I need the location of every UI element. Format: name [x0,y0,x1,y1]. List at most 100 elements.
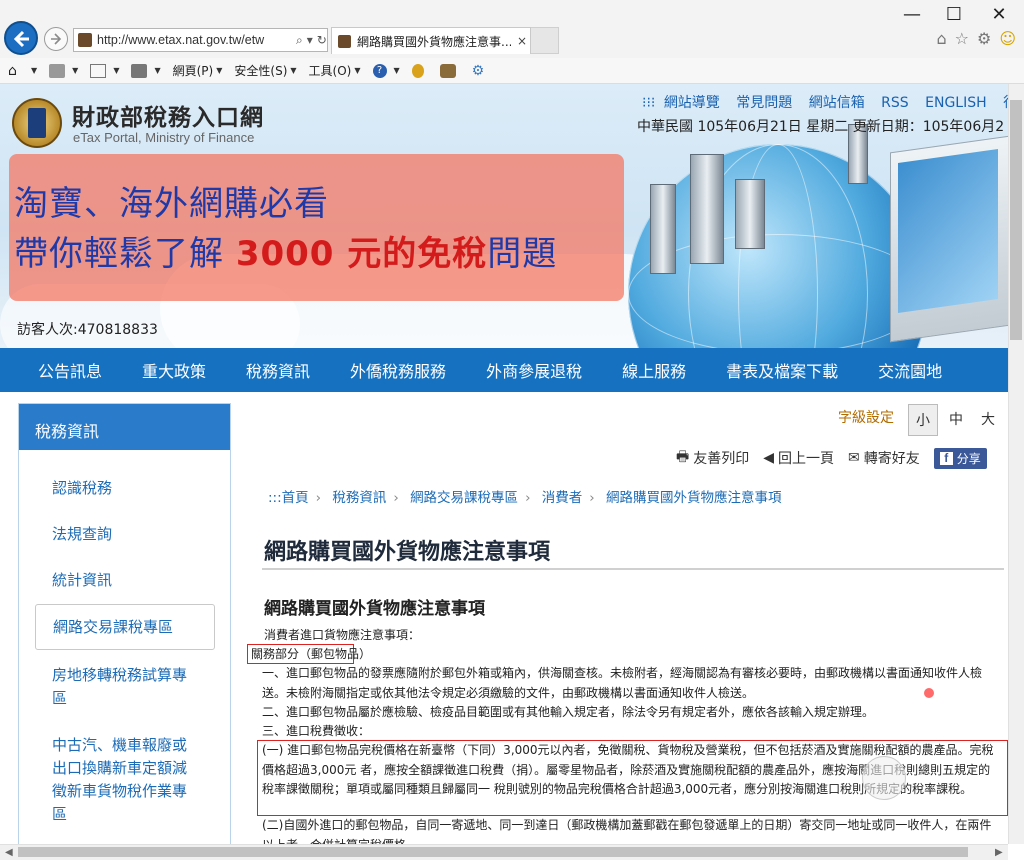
article-item-1: 一、進口郵包物品的發票應隨附於郵包外箱或箱內，供海關查核。未檢附者，經海關認為有… [262,666,983,700]
tab-close-button[interactable]: × [517,34,527,48]
top-links: ⁝⁝⁝ 網站導覽 常見問題 網站信箱 RSS ENGLISH 行動 [642,92,1008,112]
arrow-right-icon [51,33,62,45]
extension-button-3[interactable]: ⚙ [472,64,492,78]
font-size-small-button[interactable]: 小 [908,404,938,436]
site-favicon-icon [78,33,92,47]
arrow-left-icon [13,30,29,48]
extension-button-1[interactable] [411,63,428,78]
sidebar-item-online-trade-tax[interactable]: 網路交易課稅專區 [35,604,215,650]
breadcrumb-tax-info[interactable]: 稅務資訊 [332,490,386,506]
nav-community[interactable]: 交流園地 [858,358,962,382]
address-bar[interactable]: http://www.etax.nat.gov.tw/etw ⌕ ▾ ↻ [73,28,328,52]
print-button[interactable]: ▼ [131,63,161,78]
top-link-rss[interactable]: RSS [881,95,909,111]
rss-feed-icon [49,63,66,78]
breadcrumb-home[interactable]: :::首頁 [268,490,309,506]
new-tab-button[interactable] [531,27,559,54]
sidebar-item-tax-basics[interactable]: 認識稅務 [19,477,230,500]
forward-button[interactable] [44,27,68,51]
close-window-button[interactable]: ✕ [984,4,1014,25]
page-menu[interactable]: 網頁(P) ▼ [173,62,223,79]
forward-to-friend-link[interactable]: ✉ 轉寄好友 [848,448,920,468]
sidebar-item-statistics[interactable]: 統計資訊 [19,569,230,592]
menu-dots-icon: ⁝⁝⁝ [642,95,656,111]
nav-online-service[interactable]: 線上服務 [602,358,706,382]
site-header: 財政部稅務入口網 eTax Portal, Ministry of Financ… [0,84,1008,348]
horizontal-scroll-thumb[interactable] [18,847,968,857]
nav-major-policy[interactable]: 重大政策 [122,358,226,382]
visitor-counter: 訪客人次:470818833 [17,322,158,338]
arrow-left-icon: ◀ [763,450,774,466]
envelope-icon: ✉ [848,450,860,466]
top-link-english[interactable]: ENGLISH [925,95,987,111]
site-logo-title[interactable]: 財政部稅務入口網 [72,98,264,132]
sidebar-item-regulations[interactable]: 法規查詢 [19,523,230,546]
nav-announcements[interactable]: 公告訊息 [0,358,122,382]
scroll-left-arrow-icon[interactable]: ◀ [5,847,13,858]
main-nav: 公告訊息 重大政策 稅務資訊 外僑稅務服務 外商參展退稅 線上服務 書表及檔案下… [0,348,1008,392]
help-button[interactable]: ? ▼ [372,63,400,78]
page-menu-label: 網頁(P) [172,64,214,78]
vertical-scroll-thumb[interactable] [1010,100,1022,340]
minimize-button[interactable]: — [897,4,927,25]
laptop-screen-illustration [898,148,998,314]
breadcrumb-consumer[interactable]: 消費者 [542,490,583,506]
command-bar: ⌂ ▼ ▼ ▼ ▼ 網頁(P) ▼ 安全性(S) ▼ 工具(O) ▼ ? ▼ ⚙ [0,58,1024,84]
maximize-button[interactable]: ☐ [939,4,969,25]
address-url[interactable]: http://www.etax.nat.gov.tw/etw [97,33,293,47]
nav-exhibitor-refund[interactable]: 外商參展退稅 [466,358,602,382]
tools-menu-label: 工具(O) [308,64,352,78]
home-icon[interactable]: ⌂ [936,29,946,48]
dropdown-icon[interactable]: ▾ [307,33,313,48]
favorites-star-icon[interactable]: ☆ [955,29,969,48]
article-item-3-2: (二)自國外進口的郵包物品，自同一寄遞地、同一到達日（郵政機構加蓋郵戳在郵包發遞… [262,818,992,844]
sidebar-item-vehicle-scrap[interactable]: 中古汽、機車報廢或出口換購新車定額減徵新車貨物稅作業專區 [19,734,219,826]
date-line: 中華民國 105年06月21日 星期二 更新日期：105年06月2 [637,119,1005,135]
site-logo-subtitle: eTax Portal, Ministry of Finance [73,130,255,145]
scroll-right-arrow-icon[interactable]: ▶ [995,847,1003,858]
safety-menu[interactable]: 安全性(S) ▼ [234,62,296,79]
home-icon: ⌂ [8,62,17,79]
font-size-medium-button[interactable]: 中 [941,404,971,436]
extension-icon [411,63,424,78]
nav-tax-info[interactable]: 稅務資訊 [226,358,330,382]
home-toolbar-button[interactable]: ⌂ ▼ [8,64,37,78]
feeds-button[interactable]: ▼ [49,63,78,78]
search-icon[interactable]: ⌕ [296,33,303,48]
mail-button[interactable]: ▼ [90,63,119,78]
go-back-link[interactable]: ◀ 回上一頁 [763,448,834,468]
browser-chrome: http://www.etax.nat.gov.tw/etw ⌕ ▾ ↻ 網路購… [0,0,1024,58]
page-actions: 🖶 友善列印 ◀ 回上一頁 ✉ 轉寄好友 f 分享 [676,446,1006,470]
page-title: 網路購買國外貨物應注意事項 [264,540,551,565]
gear-icon: ⚙ [471,62,485,79]
extension-button-2[interactable] [439,63,460,78]
print-friendly-link[interactable]: 🖶 友善列印 [676,446,749,470]
top-link-faq[interactable]: 常見問題 [736,95,792,111]
font-size-large-button[interactable]: 大 [973,404,1003,436]
settings-gear-icon[interactable]: ⚙ [977,29,991,48]
top-link-sitemap[interactable]: 網站導覽 [664,95,720,111]
article-subtitle: 網路購買國外貨物應注意事項 [264,599,485,619]
top-link-mailbox[interactable]: 網站信箱 [809,95,865,111]
print-label: 友善列印 [693,451,750,467]
sidebar-item-property-transfer[interactable]: 房地移轉稅務試算專區 [19,664,219,710]
smiley-feedback-icon[interactable]: ☺ [999,29,1016,48]
promo-highlight: 3000 元的免稅 [235,234,488,274]
web-page: 財政部稅務入口網 eTax Portal, Ministry of Financ… [0,84,1008,844]
sidebar-title: 稅務資訊 [19,404,230,450]
refresh-icon[interactable]: ↻ [317,33,327,48]
back-button[interactable] [4,21,38,55]
promo-headline-2a: 帶你輕鬆了解 [14,234,236,274]
tab-title: 網路購買國外貨物應注意事... [357,34,511,49]
article-item-3: 三、進口稅費徵收： [262,724,371,738]
ministry-logo-icon[interactable] [12,98,62,148]
breadcrumb-current[interactable]: 網路購買國外貨物應注意事項 [606,490,782,506]
promo-headline-2c: 問題 [487,234,558,274]
nav-expat-tax[interactable]: 外僑稅務服務 [330,358,466,382]
tools-menu[interactable]: 工具(O) ▼ [309,62,361,79]
browser-tab[interactable]: 網路購買國外貨物應注意事... × [331,27,531,54]
nav-forms-download[interactable]: 書表及檔案下載 [706,358,858,382]
breadcrumb-online-trade[interactable]: 網路交易課稅專區 [410,490,518,506]
facebook-share-button[interactable]: f 分享 [933,447,987,469]
promo-headline-2: 帶你輕鬆了解 3000 元的免稅問題 [14,226,557,275]
